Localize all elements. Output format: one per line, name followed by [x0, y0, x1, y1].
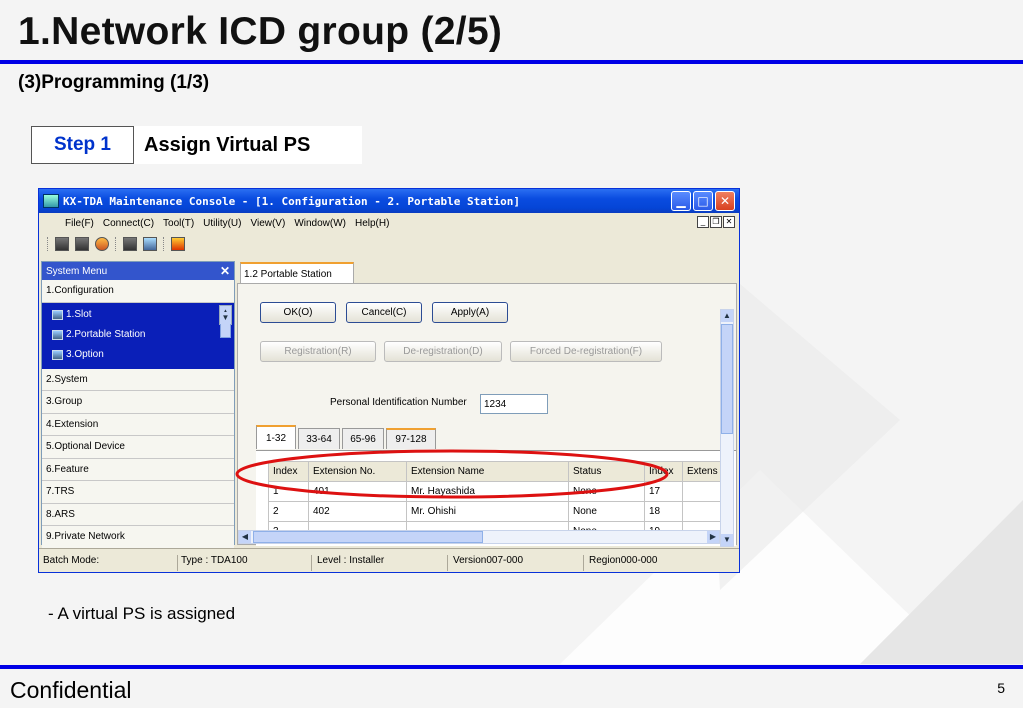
menu-file[interactable]: File(F) — [65, 218, 94, 229]
status-bar: Batch Mode: Type : TDA100 Level : Instal… — [39, 548, 739, 572]
column-header-extension-name[interactable]: Extension Name — [406, 461, 569, 482]
save-icon[interactable] — [123, 237, 137, 251]
system-menu-panel: System Menu ✕ 1.Configuration 1.Slot 2.P… — [41, 261, 235, 549]
close-icon[interactable]: ✕ — [220, 264, 230, 278]
title-rule — [0, 60, 1023, 64]
sidebar-item-private-network[interactable]: 9.Private Network — [42, 526, 234, 549]
option-icon — [52, 349, 63, 360]
menu-window[interactable]: Window(W) — [294, 218, 346, 229]
cancel-button[interactable]: Cancel(C) — [346, 302, 422, 323]
menu-bar: File(F) Connect(C) Tool(T) Utility(U) Vi… — [39, 213, 739, 233]
portable-station-icon — [52, 329, 63, 340]
menu-help[interactable]: Help(H) — [355, 218, 389, 229]
step-label: Step 1 — [31, 126, 134, 164]
column-header-index-2[interactable]: Index — [644, 461, 683, 482]
tab-33-64[interactable]: 33-64 — [298, 428, 340, 449]
sidebar-item-configuration[interactable]: 1.Configuration — [42, 280, 234, 303]
page-number: 5 — [997, 680, 1005, 696]
sidebar-item-group[interactable]: 3.Group — [42, 391, 234, 414]
panel-vertical-scrollbar[interactable]: ▲ ▼ — [720, 309, 734, 547]
sidebar-subitem-option[interactable]: 3.Option — [52, 345, 234, 365]
sidebar-item-optional-device[interactable]: 5.Optional Device — [42, 436, 234, 459]
tab-portable-station[interactable]: 1.2 Portable Station — [240, 262, 354, 284]
scroll-up-icon[interactable]: ▲ — [721, 310, 733, 322]
sidebar-submenu: 1.Slot 2.Portable Station 3.Option ▲ ▼ — [42, 302, 234, 369]
sidebar-scrollbar[interactable]: ▲ ▼ — [219, 304, 232, 338]
slide-subtitle: (3)Programming (1/3) — [18, 72, 210, 93]
sidebar-item-trs[interactable]: 7.TRS — [42, 481, 234, 504]
toolbar — [39, 233, 739, 255]
refresh-icon[interactable] — [95, 237, 109, 251]
maximize-button[interactable]: □ — [693, 191, 713, 211]
footer-rule — [0, 665, 1023, 669]
slot-icon — [52, 309, 63, 320]
sidebar-item-feature[interactable]: 6.Feature — [42, 458, 234, 481]
registration-button[interactable]: Registration(R) — [260, 341, 376, 362]
status-level: Level : Installer — [317, 555, 385, 566]
tab-97-128[interactable]: 97-128 — [386, 428, 436, 449]
minimize-button[interactable]: ▁ — [671, 191, 691, 211]
status-type: Type : TDA100 — [181, 555, 248, 566]
menu-view[interactable]: View(V) — [250, 218, 285, 229]
pin-label: Personal Identification Number — [330, 397, 467, 408]
user-icon[interactable] — [143, 237, 157, 251]
disconnect-icon[interactable] — [75, 237, 89, 251]
column-header-extension-no[interactable]: Extension No. — [308, 461, 407, 482]
close-button[interactable]: ✕ — [715, 191, 735, 211]
forced-deregistration-button[interactable]: Forced De-registration(F) — [510, 341, 662, 362]
maintenance-console-window: KX-TDA Maintenance Console - [1. Configu… — [38, 188, 740, 573]
tab-65-96[interactable]: 65-96 — [342, 428, 384, 449]
mdi-close-button[interactable]: ✕ — [723, 216, 735, 228]
menu-utility[interactable]: Utility(U) — [203, 218, 241, 229]
table-row[interactable]: 2 402 Mr. Ohishi None 18 — [268, 501, 723, 522]
portable-station-pane: 1.2 Portable Station OK(O) Cancel(C) App… — [237, 261, 739, 547]
scroll-right-icon[interactable]: ▶ — [707, 531, 719, 543]
column-header-index[interactable]: Index — [268, 461, 309, 482]
table-header-row: Index Extension No. Extension Name Statu… — [268, 461, 723, 482]
window-title: KX-TDA Maintenance Console - [1. Configu… — [63, 194, 520, 208]
mdi-minimize-button[interactable]: _ — [697, 216, 709, 228]
app-icon — [43, 194, 59, 208]
portable-station-panel: OK(O) Cancel(C) Apply(A) Registration(R)… — [237, 283, 737, 547]
sidebar-item-extension[interactable]: 4.Extension — [42, 413, 234, 436]
scroll-down-icon[interactable]: ▼ — [721, 534, 733, 546]
menu-connect[interactable]: Connect(C) — [103, 218, 154, 229]
column-header-status[interactable]: Status — [568, 461, 645, 482]
panel-horizontal-scrollbar[interactable]: ◀ ▶ — [238, 530, 720, 544]
status-region: Region000-000 — [589, 555, 658, 566]
sidebar-subitem-slot[interactable]: 1.Slot — [52, 305, 234, 325]
scroll-down-icon[interactable]: ▼ — [220, 311, 231, 324]
slide-caption: - A virtual PS is assigned — [48, 604, 236, 623]
apply-button[interactable]: Apply(A) — [432, 302, 508, 323]
step-title: Assign Virtual PS — [134, 126, 362, 164]
help-icon[interactable] — [171, 237, 185, 251]
status-mode: Batch Mode: — [43, 555, 100, 566]
footer-confidential: Confidential — [10, 677, 132, 703]
column-header-extension[interactable]: Extens — [682, 461, 723, 482]
slide-title: 1.Network ICD group (2/5) — [18, 10, 503, 53]
connect-icon[interactable] — [55, 237, 69, 251]
pin-input[interactable]: 1234 — [480, 394, 548, 414]
tab-1-32[interactable]: 1-32 — [256, 425, 296, 449]
ok-button[interactable]: OK(O) — [260, 302, 336, 323]
status-version: Version007-000 — [453, 555, 524, 566]
menu-tool[interactable]: Tool(T) — [163, 218, 194, 229]
sidebar-item-system[interactable]: 2.System — [42, 368, 234, 391]
sidebar-subitem-portable-station[interactable]: 2.Portable Station — [52, 325, 234, 345]
system-menu-header: System Menu ✕ — [42, 262, 234, 280]
sidebar-item-ars[interactable]: 8.ARS — [42, 503, 234, 526]
table-row[interactable]: 1 401 Mr. Hayashida None 17 — [268, 481, 723, 502]
window-titlebar[interactable]: KX-TDA Maintenance Console - [1. Configu… — [39, 189, 739, 213]
scroll-left-icon[interactable]: ◀ — [239, 531, 251, 543]
deregistration-button[interactable]: De-registration(D) — [384, 341, 502, 362]
mdi-restore-button[interactable]: ❐ — [710, 216, 722, 228]
